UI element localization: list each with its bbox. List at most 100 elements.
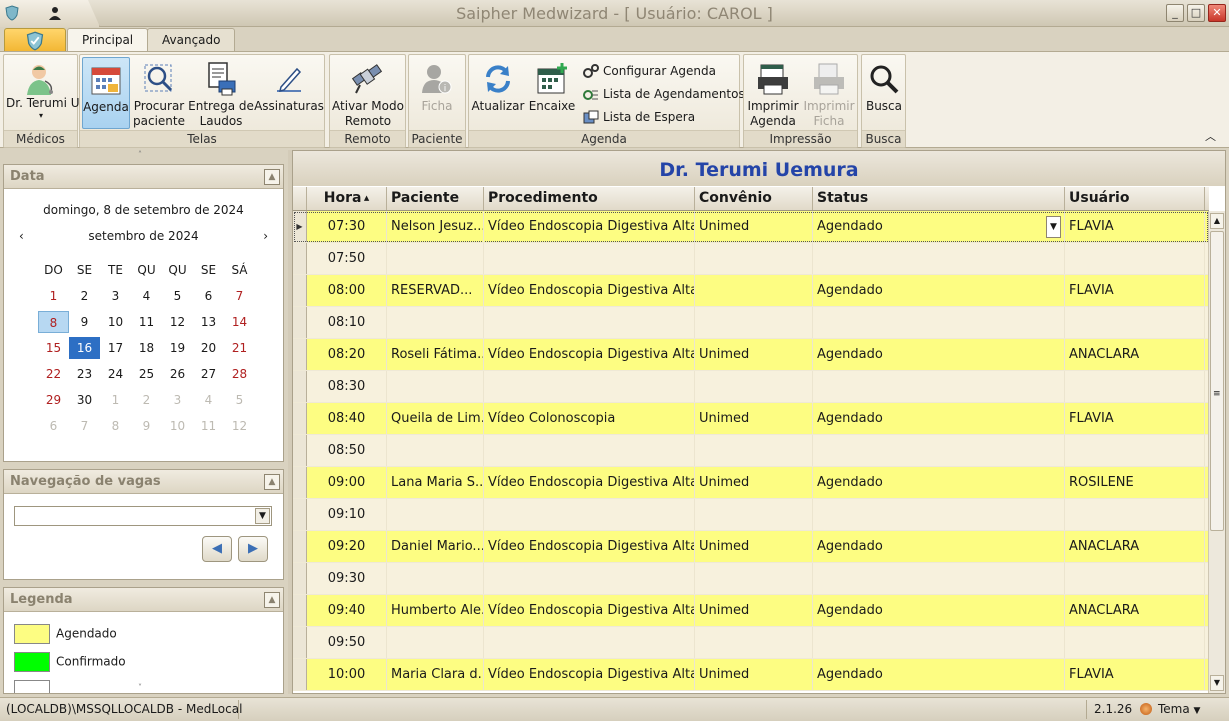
- vertical-scrollbar[interactable]: ▲ ≡ ▼: [1208, 211, 1225, 693]
- cell-status[interactable]: Agendado: [813, 595, 1065, 626]
- cell-convenio[interactable]: [695, 275, 813, 306]
- column-header-usuario[interactable]: Usuário: [1065, 187, 1205, 210]
- cell-hora[interactable]: 08:20: [307, 339, 387, 370]
- cell-paciente[interactable]: [387, 563, 484, 594]
- cell-procedimento[interactable]: [484, 563, 695, 594]
- cell-status[interactable]: [813, 371, 1065, 402]
- table-row[interactable]: 07:50: [293, 243, 1209, 275]
- atualizar-button[interactable]: Atualizar: [471, 57, 525, 129]
- assinaturas-button[interactable]: Assinaturas: [254, 57, 324, 129]
- cell-status[interactable]: Agendado: [813, 467, 1065, 498]
- cell-procedimento[interactable]: [484, 307, 695, 338]
- cell-usuario[interactable]: [1065, 499, 1205, 530]
- column-header-procedimento[interactable]: Procedimento: [484, 187, 695, 210]
- cell-hora[interactable]: 07:30: [307, 211, 387, 242]
- cell-paciente[interactable]: [387, 307, 484, 338]
- cell-procedimento[interactable]: Vídeo Colonoscopia: [484, 403, 695, 434]
- calendar-day[interactable]: 22: [38, 363, 69, 385]
- cell-convenio[interactable]: Unimed: [695, 339, 813, 370]
- cell-convenio[interactable]: [695, 563, 813, 594]
- row-selector[interactable]: [293, 659, 307, 690]
- cell-status[interactable]: [813, 563, 1065, 594]
- row-selector[interactable]: [293, 435, 307, 466]
- calendar-day[interactable]: 3: [162, 389, 193, 411]
- calendar-day[interactable]: 3: [100, 285, 131, 307]
- cell-hora[interactable]: 09:20: [307, 531, 387, 562]
- calendar-day[interactable]: 14: [224, 311, 255, 333]
- configurar-agenda-button[interactable]: Configurar Agenda: [581, 61, 716, 81]
- row-selector[interactable]: [293, 403, 307, 434]
- cell-status[interactable]: [813, 243, 1065, 274]
- column-header-hora[interactable]: Hora ▲: [307, 187, 387, 210]
- cell-hora[interactable]: 10:00: [307, 659, 387, 690]
- cell-status[interactable]: [813, 499, 1065, 530]
- cell-usuario[interactable]: FLAVIA: [1065, 211, 1205, 242]
- table-row[interactable]: 09:50: [293, 627, 1209, 659]
- table-row[interactable]: 09:30: [293, 563, 1209, 595]
- calendar-day[interactable]: 20: [193, 337, 224, 359]
- lista-agendamentos-button[interactable]: Lista de Agendamentos: [581, 84, 745, 104]
- cell-status[interactable]: Agendado: [813, 659, 1065, 690]
- cell-convenio[interactable]: Unimed: [695, 531, 813, 562]
- cell-paciente[interactable]: Lana Maria S...: [387, 467, 484, 498]
- table-row[interactable]: ▶ 07:30 Nelson Jesuz... Vídeo Endoscopia Di…: [293, 211, 1209, 243]
- calendar-day[interactable]: 28: [224, 363, 255, 385]
- cell-status[interactable]: Agendado: [813, 275, 1065, 306]
- calendar-day[interactable]: 25: [131, 363, 162, 385]
- cell-hora[interactable]: 08:10: [307, 307, 387, 338]
- table-row[interactable]: 08:00 RESERVAD... Vídeo Endoscopia Digesti…: [293, 275, 1209, 307]
- collapse-ribbon-icon[interactable]: ︿: [1205, 128, 1216, 144]
- cell-convenio[interactable]: [695, 627, 813, 658]
- theme-icon[interactable]: [1140, 703, 1152, 715]
- calendar-day[interactable]: 15: [38, 337, 69, 359]
- row-selector[interactable]: [293, 563, 307, 594]
- cell-procedimento[interactable]: [484, 243, 695, 274]
- cell-convenio[interactable]: [695, 307, 813, 338]
- cell-status[interactable]: [813, 307, 1065, 338]
- cell-paciente[interactable]: [387, 371, 484, 402]
- calendar-day[interactable]: 12: [224, 415, 255, 437]
- busca-button[interactable]: Busca: [864, 57, 904, 129]
- maximize-button[interactable]: □: [1187, 4, 1205, 22]
- cell-procedimento[interactable]: [484, 371, 695, 402]
- ativar-modo-remoto-button[interactable]: Ativar Modo Remoto: [332, 57, 404, 129]
- calendar-day[interactable]: 11: [193, 415, 224, 437]
- cell-hora[interactable]: 08:50: [307, 435, 387, 466]
- row-selector[interactable]: [293, 243, 307, 274]
- cell-convenio[interactable]: [695, 371, 813, 402]
- scroll-up-icon[interactable]: ▲: [1210, 213, 1224, 229]
- chevron-up-icon[interactable]: ˄: [138, 150, 142, 159]
- calendar-day[interactable]: 9: [69, 311, 100, 333]
- row-selector[interactable]: [293, 339, 307, 370]
- cell-convenio[interactable]: Unimed: [695, 467, 813, 498]
- table-row[interactable]: 08:10: [293, 307, 1209, 339]
- tab-principal[interactable]: Principal: [67, 28, 149, 53]
- cell-usuario[interactable]: FLAVIA: [1065, 659, 1205, 690]
- calendar-day[interactable]: 24: [100, 363, 131, 385]
- chevron-down-icon[interactable]: ˅: [138, 683, 142, 692]
- cell-hora[interactable]: 09:00: [307, 467, 387, 498]
- calendar-day[interactable]: 5: [162, 285, 193, 307]
- calendar-day[interactable]: 21: [224, 337, 255, 359]
- calendar-day[interactable]: 1: [100, 389, 131, 411]
- row-selector[interactable]: [293, 499, 307, 530]
- row-selector[interactable]: [293, 531, 307, 562]
- calendar-day[interactable]: 23: [69, 363, 100, 385]
- cell-convenio[interactable]: Unimed: [695, 211, 813, 242]
- calendar-day[interactable]: 4: [193, 389, 224, 411]
- ficha-button[interactable]: i Ficha: [411, 57, 463, 129]
- cell-usuario[interactable]: [1065, 627, 1205, 658]
- calendar-day[interactable]: 19: [162, 337, 193, 359]
- row-selector[interactable]: [293, 275, 307, 306]
- close-button[interactable]: ✕: [1208, 4, 1226, 22]
- prev-month-icon[interactable]: ‹: [19, 229, 24, 243]
- cell-convenio[interactable]: Unimed: [695, 595, 813, 626]
- cell-usuario[interactable]: ANACLARA: [1065, 531, 1205, 562]
- status-dropdown-icon[interactable]: ▼: [1046, 216, 1061, 238]
- calendar-day[interactable]: 30: [69, 389, 100, 411]
- cell-procedimento[interactable]: Vídeo Endoscopia Digestiva Alta: [484, 211, 695, 242]
- agenda-button[interactable]: Agenda: [82, 57, 130, 129]
- prev-vaga-button[interactable]: ◀: [202, 536, 232, 562]
- table-row[interactable]: 09:40 Humberto Ale... Vídeo Endoscopia Dig…: [293, 595, 1209, 627]
- imprimir-ficha-button[interactable]: Imprimir Ficha: [802, 57, 856, 129]
